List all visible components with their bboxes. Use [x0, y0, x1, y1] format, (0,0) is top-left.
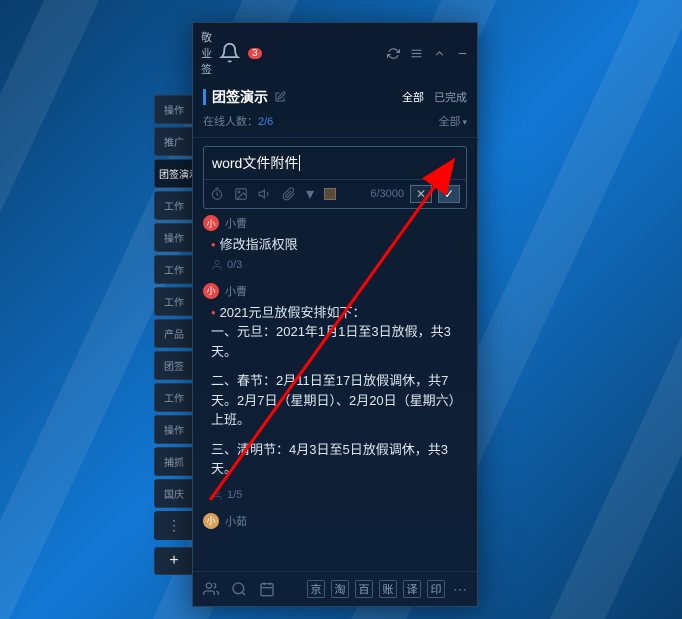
sidebar: 操作 推广 团签演示 工作 操作 工作 工作 产品 团签 工作 操作 捕抓 国庆…: [154, 95, 194, 575]
app-window: 敬业签 3 团签演示 全部 已完成 在线人数：2/6 全部▾: [192, 22, 478, 607]
footer-button[interactable]: 百: [355, 580, 373, 598]
author-name: 小茹: [225, 513, 247, 529]
note-meta: 1/5: [203, 489, 467, 501]
avatar: 小: [203, 283, 219, 299]
sidebar-tab[interactable]: 操作: [154, 223, 194, 252]
sidebar-tab[interactable]: 产品: [154, 319, 194, 348]
person-icon: [211, 259, 223, 271]
avatar: 小: [203, 513, 219, 529]
online-count: 在线人数：2/6: [203, 113, 273, 129]
sidebar-add-button[interactable]: +: [154, 547, 194, 575]
calendar-icon[interactable]: [259, 581, 275, 597]
avatar: 小: [203, 215, 219, 231]
collapse-icon[interactable]: [433, 47, 446, 60]
author-name: 小曹: [225, 215, 247, 231]
notification-badge: 3: [248, 48, 262, 59]
color-swatch[interactable]: [324, 188, 336, 200]
char-count: 6/3000: [370, 188, 404, 200]
note-input[interactable]: word文件附件: [204, 147, 466, 179]
sidebar-tab-active[interactable]: 团签演示: [154, 159, 194, 188]
input-toolbar: ▾ 6/3000 ✕ ✓: [204, 179, 466, 208]
sidebar-tab[interactable]: 工作: [154, 255, 194, 284]
timer-icon[interactable]: [210, 187, 224, 201]
page-title: 团签演示: [203, 87, 286, 107]
footer-button[interactable]: 印: [427, 580, 445, 598]
note-text[interactable]: •2021元旦放假安排如下： 一、元旦：2021年1月1日至3日放假，共3天。 …: [203, 303, 467, 479]
attachment-icon[interactable]: [282, 187, 296, 201]
audio-icon[interactable]: [258, 187, 272, 201]
sidebar-tab[interactable]: 捕抓: [154, 447, 194, 476]
footer-button[interactable]: 译: [403, 580, 421, 598]
note-input-box: word文件附件 ▾ 6/3000 ✕ ✓: [203, 146, 467, 209]
bell-icon[interactable]: [219, 42, 240, 63]
image-icon[interactable]: [234, 187, 248, 201]
sidebar-tab[interactable]: 工作: [154, 191, 194, 220]
content-area: word文件附件 ▾ 6/3000 ✕ ✓ 小: [193, 138, 477, 571]
note-text[interactable]: •修改指派权限: [203, 235, 467, 255]
footer-button[interactable]: 淘: [331, 580, 349, 598]
note-item: 小 小曹 •修改指派权限 0/3: [203, 215, 467, 271]
sidebar-tab[interactable]: 推广: [154, 127, 194, 156]
sidebar-tab[interactable]: 操作: [154, 95, 194, 124]
sidebar-tab[interactable]: 工作: [154, 383, 194, 412]
footer-button[interactable]: 账: [379, 580, 397, 598]
confirm-button[interactable]: ✓: [438, 185, 460, 203]
minimize-icon[interactable]: [456, 47, 469, 60]
note-meta: 0/3: [203, 259, 467, 271]
header: 团签演示 全部 已完成 在线人数：2/6 全部▾: [193, 83, 477, 138]
filter-done[interactable]: 已完成: [434, 89, 467, 105]
cancel-button[interactable]: ✕: [410, 185, 432, 203]
footer-button[interactable]: 京: [307, 580, 325, 598]
author-name: 小曹: [225, 283, 247, 299]
sidebar-tab[interactable]: 工作: [154, 287, 194, 316]
sidebar-tab[interactable]: 国庆: [154, 479, 194, 508]
sidebar-tab[interactable]: 团签: [154, 351, 194, 380]
members-icon[interactable]: [203, 581, 219, 597]
note-item: 小 小曹 •2021元旦放假安排如下： 一、元旦：2021年1月1日至3日放假，…: [203, 283, 467, 501]
person-icon: [211, 489, 223, 501]
edit-icon[interactable]: [274, 91, 286, 103]
filter-dropdown[interactable]: 全部▾: [438, 113, 467, 129]
footer: 京 淘 百 账 译 印 ⋯: [193, 571, 477, 606]
note-item: 小 小茹: [203, 513, 467, 529]
sync-icon[interactable]: [387, 47, 400, 60]
sidebar-more[interactable]: ⋮: [154, 511, 194, 540]
footer-more[interactable]: ⋯: [453, 581, 467, 598]
titlebar: 敬业签 3: [193, 23, 477, 83]
filter-all[interactable]: 全部: [402, 89, 424, 105]
sidebar-tab[interactable]: 操作: [154, 415, 194, 444]
search-icon[interactable]: [231, 581, 247, 597]
menu-icon[interactable]: [410, 47, 423, 60]
app-name: 敬业签: [201, 29, 213, 77]
